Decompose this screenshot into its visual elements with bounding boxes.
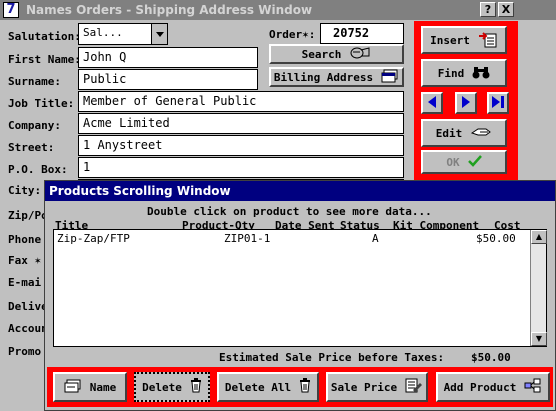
main-titlebar[interactable]: 7 Names Orders - Shipping Address Window… (0, 0, 556, 20)
sale-price-button[interactable]: Sale Price (326, 372, 428, 402)
ok-label: OK (446, 155, 460, 169)
row-cost: $50.00 (476, 232, 516, 245)
phone-label: Phone (8, 233, 42, 246)
insert-label: Insert (430, 33, 470, 47)
close-button[interactable]: X (498, 2, 514, 17)
edit-hand-icon (470, 125, 492, 142)
billing-address-button[interactable]: Billing Address (269, 67, 404, 87)
products-scrollbar[interactable]: ▲ ▼ (530, 230, 547, 346)
arrow-left-icon (426, 95, 438, 112)
help-button[interactable]: ? (480, 2, 496, 17)
name-label: Name (89, 380, 117, 394)
insert-button[interactable]: Insert (421, 26, 507, 54)
billing-address-label: Billing Address (273, 70, 374, 84)
row-status: A (372, 232, 379, 245)
first-name-label: First Name: (8, 53, 81, 66)
sale-price-label: Sale Price (330, 380, 398, 394)
find-label: Find (437, 66, 465, 80)
search-button[interactable]: Search (269, 44, 404, 64)
checkmark-icon (467, 154, 482, 170)
products-window[interactable]: Products Scrolling Window Double click o… (44, 180, 556, 411)
promo-label: Promo (8, 345, 42, 358)
email-label: E-mai (8, 276, 42, 289)
find-button[interactable]: Find (421, 59, 507, 87)
order-label: Order✶: (269, 28, 316, 41)
surname-field[interactable]: Public (78, 69, 258, 90)
row-product-qty: ZIP01-1 (224, 232, 271, 245)
delete-label: Delete (142, 380, 182, 394)
row-title: Zip-Zap/FTP (57, 232, 130, 245)
pobox-label: P.O. Box: (8, 163, 68, 176)
edit-button[interactable]: Edit (421, 119, 507, 147)
pobox-field[interactable]: 1 (78, 157, 404, 178)
company-label: Company: (8, 119, 61, 132)
search-label: Search (301, 47, 342, 61)
scroll-up-icon[interactable]: ▲ (531, 230, 547, 244)
salutation-value: Sal... (83, 26, 123, 39)
job-title-field[interactable]: Member of General Public (78, 91, 404, 112)
insert-icon (478, 30, 498, 51)
arrow-last-icon (491, 95, 505, 112)
previous-record-button[interactable] (421, 92, 443, 114)
delete-all-button[interactable]: Delete All (217, 372, 319, 402)
city-label: City: (8, 184, 42, 197)
zip-label: Zip/Po (8, 209, 48, 222)
salutation-label: Salutation: (8, 30, 81, 43)
products-window-title: Products Scrolling Window (49, 184, 231, 198)
delete-all-label: Delete All (224, 380, 292, 394)
trash-icon (190, 378, 202, 396)
company-field[interactable]: Acme Limited (78, 113, 404, 134)
edit-label: Edit (435, 126, 463, 140)
scroll-down-icon[interactable]: ▼ (531, 332, 547, 346)
table-row[interactable]: Zip-Zap/FTP ZIP01-1 A $50.00 (54, 232, 528, 246)
fax-label: Fax ✶ (8, 254, 42, 267)
chevron-down-icon[interactable] (151, 24, 167, 44)
order-number-field[interactable]: 20752 (320, 23, 404, 44)
last-record-button[interactable] (487, 92, 509, 114)
app-icon[interactable]: 7 (3, 2, 19, 18)
binoculars-icon (472, 65, 490, 82)
first-name-field[interactable]: John Q (78, 47, 258, 68)
salutation-select[interactable]: Sal... (78, 23, 168, 45)
street-label: Street: (8, 141, 55, 154)
window-title: Names Orders - Shipping Address Window (26, 3, 313, 17)
surname-label: Surname: (8, 75, 61, 88)
add-product-icon (524, 378, 542, 397)
products-hint: Double click on product to see more data… (147, 205, 432, 218)
ok-button[interactable]: OK (421, 150, 507, 174)
name-card-icon (64, 379, 82, 396)
add-product-label: Add Product (443, 380, 517, 394)
job-title-label: Job Title: (8, 97, 75, 110)
sale-price-icon (405, 378, 423, 397)
street-field[interactable]: 1 Anystreet (78, 135, 404, 156)
billing-window-icon (381, 69, 399, 86)
account-label: Accoun (8, 322, 48, 335)
add-product-button[interactable]: Add Product (436, 372, 550, 402)
next-record-button[interactable] (455, 92, 477, 114)
name-button[interactable]: Name (53, 372, 127, 402)
estimate-value: $50.00 (471, 351, 511, 364)
trash-icon (299, 378, 311, 396)
search-hand-icon (349, 46, 371, 63)
estimate-label: Estimated Sale Price before Taxes: (219, 351, 445, 364)
products-titlebar[interactable]: Products Scrolling Window (45, 181, 555, 201)
delete-button[interactable]: Delete (134, 372, 210, 402)
arrow-right-icon (460, 95, 472, 112)
products-list[interactable]: Zip-Zap/FTP ZIP01-1 A $50.00 ▲ ▼ (53, 229, 547, 347)
